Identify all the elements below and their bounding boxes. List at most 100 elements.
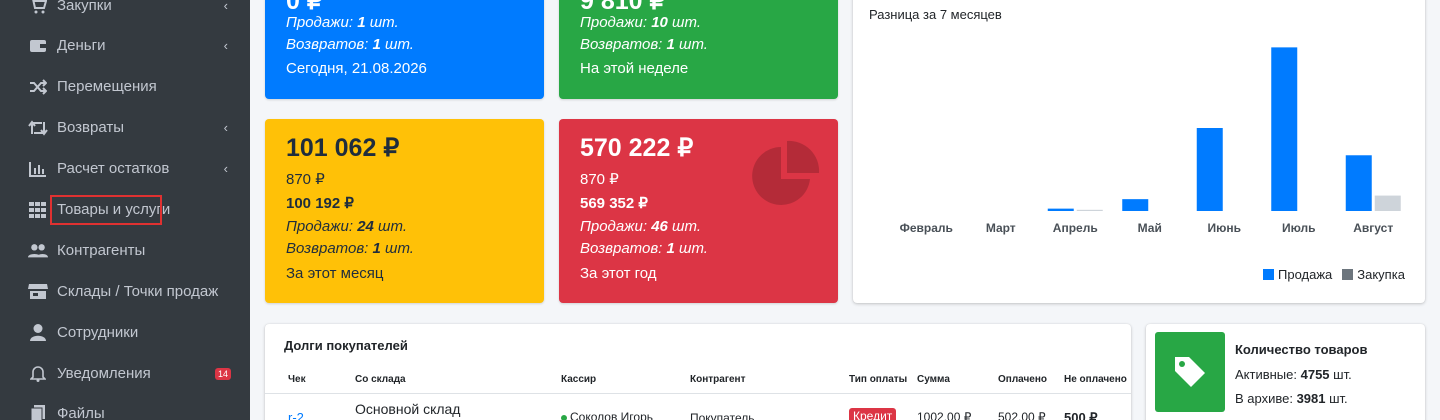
bar-sales[interactable]: [1345, 155, 1372, 211]
retweet-icon: [28, 118, 48, 138]
legend-label-sales: Продажа: [1278, 267, 1333, 282]
year-line1: 870 ₽: [580, 171, 619, 188]
year-sales: Продажи: 46 шт.: [580, 218, 701, 235]
check-link[interactable]: r-2: [288, 410, 304, 420]
month-returns: Возвратов: 1 шт.: [286, 240, 414, 257]
sidebar-item-label: Деньги: [57, 37, 106, 54]
users-icon: [28, 241, 48, 261]
bar-chart-icon: [28, 159, 48, 179]
sidebar-item-returns[interactable]: Возвраты ‹: [0, 107, 250, 148]
x-tick-label: Май: [1138, 221, 1162, 235]
month-period: За этот месяц: [286, 265, 384, 282]
year-stats-box[interactable]: 570 222 ₽ 870 ₽ 569 352 ₽ Продажи: 46 шт…: [559, 119, 838, 303]
sidebar-item-notifications[interactable]: Уведомления 14: [0, 353, 250, 394]
bar-purchase[interactable]: [1076, 209, 1103, 211]
products-archive: В архиве: 3981 шт.: [1235, 391, 1348, 406]
counterparty-cell: Покупатель: [690, 411, 755, 420]
sidebar: Закупки ‹ Деньги ‹ Перемещения Возвраты …: [0, 0, 250, 420]
wallet-icon: [28, 36, 48, 56]
today-period: Сегодня, 21.08.2026: [286, 60, 427, 77]
sidebar-item-warehouses[interactable]: Склады / Точки продаж: [0, 271, 250, 312]
sidebar-item-transfers[interactable]: Перемещения: [0, 66, 250, 107]
sum-cell: 1002,00 ₽: [917, 410, 972, 420]
today-sales: Продажи: 1 шт.: [286, 14, 399, 31]
sidebar-item-label: Перемещения: [57, 78, 157, 95]
chevron-left-icon: ‹: [223, 0, 228, 13]
notification-count-badge: 14: [214, 367, 231, 380]
sidebar-item-stock-calc[interactable]: Расчет остатков ‹: [0, 148, 250, 189]
legend-swatch-purchase: [1342, 269, 1354, 280]
sidebar-item-label: Уведомления: [57, 365, 151, 382]
sidebar-item-label: Возвраты: [57, 119, 125, 136]
bell-icon: [28, 364, 48, 384]
online-status-dot: [561, 415, 567, 420]
sidebar-item-counterparties[interactable]: Контрагенты: [0, 230, 250, 271]
month-line1: 870 ₽: [286, 171, 325, 188]
bar-purchase[interactable]: [1374, 195, 1401, 211]
column-header-cashier[interactable]: Кассир: [561, 374, 596, 385]
sidebar-item-purchases[interactable]: Закупки ‹: [0, 0, 250, 26]
column-header-sum[interactable]: Сумма: [917, 374, 950, 385]
sidebar-item-money[interactable]: Деньги ‹: [0, 25, 250, 66]
month-stats-box[interactable]: 101 062 ₽ 870 ₽ 100 192 ₽ Продажи: 24 шт…: [265, 119, 544, 303]
bar-sales[interactable]: [1271, 47, 1298, 211]
header-divider: [265, 393, 1131, 394]
column-header-warehouse[interactable]: Со склада: [355, 374, 406, 385]
x-tick-label: Март: [986, 221, 1016, 235]
payment-type-badge: Кредит: [849, 408, 897, 420]
debts-title: Долги покупателей: [284, 338, 408, 353]
column-header-paid[interactable]: Оплачено: [998, 374, 1047, 385]
x-tick-label: Июнь: [1208, 221, 1242, 235]
sidebar-item-employees[interactable]: Сотрудники: [0, 312, 250, 353]
x-tick-label: Апрель: [1053, 221, 1098, 235]
week-period: На этой неделе: [580, 60, 689, 77]
payment-type-cell: Кредит: [849, 408, 897, 420]
shuffle-icon: [28, 77, 48, 97]
debts-card: Долги покупателей Чек Со склада Кассир К…: [265, 324, 1131, 420]
cashier-cell: Соколов Игорь: [561, 410, 653, 420]
sidebar-item-label: Расчет остатков: [57, 160, 170, 177]
month-amount: 101 062 ₽: [286, 134, 400, 162]
year-returns: Возвратов: 1 шт.: [580, 240, 708, 257]
legend: Продажа Закупка: [1263, 267, 1405, 282]
sidebar-item-label: Сотрудники: [57, 324, 139, 341]
x-tick-label: Август: [1353, 221, 1393, 235]
bar-sales[interactable]: [1047, 208, 1074, 211]
bar-sales[interactable]: [1122, 199, 1149, 211]
column-header-counterparty[interactable]: Контрагент: [690, 374, 745, 385]
column-header-check[interactable]: Чек: [288, 374, 306, 385]
week-stats-box[interactable]: 9 810 ₽ Продажи: 10 шт. Возвратов: 1 шт.…: [559, 0, 838, 99]
sidebar-item-files[interactable]: Файлы: [0, 393, 250, 420]
year-period: За этот год: [580, 265, 657, 282]
selection-highlight: [50, 195, 162, 225]
store-icon: [28, 282, 48, 302]
column-header-unpaid[interactable]: Не оплачено: [1064, 374, 1127, 385]
legend-swatch-sales: [1263, 269, 1274, 280]
x-tick-label: Июль: [1282, 221, 1316, 235]
today-returns: Возвратов: 1 шт.: [286, 36, 414, 53]
bar-chart: Февраль Март Апрель Май Июнь Июль Август: [900, 47, 1401, 235]
sidebar-item-label: Файлы: [57, 405, 105, 420]
column-header-payment-type[interactable]: Тип оплаты: [849, 374, 907, 385]
chart-card: Разница за 7 месяцев Февраль Март Апрель Ма…: [853, 0, 1425, 303]
legend-label-purchase: Закупка: [1357, 267, 1405, 282]
paid-cell: 502,00 ₽: [998, 410, 1046, 420]
today-stats-box[interactable]: 0 ₽ Продажи: 1 шт. Возвратов: 1 шт. Сего…: [265, 0, 544, 99]
sidebar-item-label: Контрагенты: [57, 242, 146, 259]
products-title: Количество товаров: [1235, 342, 1368, 357]
x-tick-label: Февраль: [900, 221, 953, 235]
pie-chart-icon: [752, 140, 820, 205]
tag-icon: [1155, 332, 1225, 412]
month-sales: Продажи: 24 шт.: [286, 218, 407, 235]
unpaid-cell: 500 ₽: [1064, 410, 1098, 420]
year-amount: 570 222 ₽: [580, 134, 694, 162]
chevron-left-icon: ‹: [223, 120, 228, 135]
files-icon: [28, 404, 48, 420]
week-sales: Продажи: 10 шт.: [580, 14, 701, 31]
products-active: Активные: 4755 шт.: [1235, 367, 1352, 382]
sidebar-item-label: Склады / Точки продаж: [57, 283, 219, 300]
grid-icon: [28, 200, 48, 220]
user-icon: [28, 323, 48, 343]
bar-sales[interactable]: [1196, 128, 1223, 211]
year-line2: 569 352 ₽: [580, 195, 648, 212]
